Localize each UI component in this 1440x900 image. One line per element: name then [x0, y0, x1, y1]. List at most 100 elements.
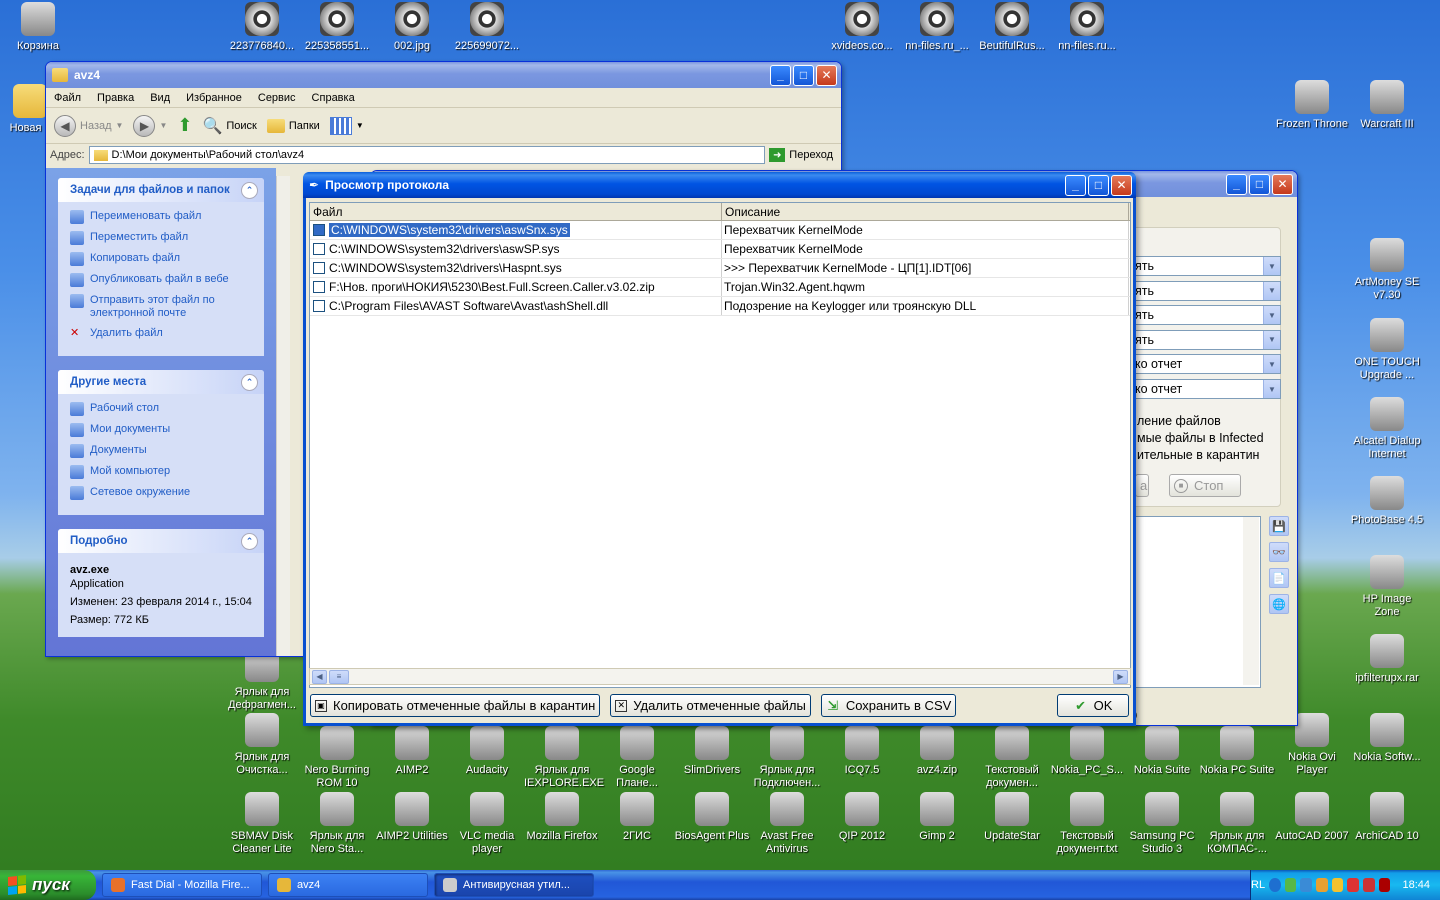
desktop-icon[interactable]: Google Плане... [599, 726, 675, 790]
tray-arrow-icon[interactable] [1269, 878, 1281, 892]
desktop-icon[interactable]: 223776840... [224, 2, 300, 53]
desktop-icon[interactable]: nn-files.ru_... [899, 2, 975, 53]
desktop-icon[interactable]: VLC media player [449, 792, 525, 856]
search-button[interactable]: 🔍 Поиск [202, 116, 256, 136]
desktop-icon[interactable]: SBMAV Disk Cleaner Lite [224, 792, 300, 856]
desktop-icon[interactable]: PhotoBase 4.5 [1349, 476, 1425, 527]
menu-item[interactable]: Файл [54, 92, 81, 104]
desktop-icon[interactable]: QIP 2012 [824, 792, 900, 843]
details-header[interactable]: Подробно ⌃ [58, 529, 264, 553]
chevron-down-icon[interactable]: ▼ [1263, 306, 1280, 325]
start-button[interactable]: пуск [0, 870, 96, 900]
partial-button[interactable]: а [1135, 474, 1149, 497]
file-task-link[interactable]: Отправить этот файл по электронной почте [70, 294, 252, 320]
menu-item[interactable]: Сервис [258, 92, 296, 104]
globe-icon[interactable]: 🌐 [1269, 594, 1289, 614]
minimize-button[interactable]: _ [1065, 174, 1086, 196]
col-file-header[interactable]: Файл [310, 203, 722, 220]
save-icon[interactable]: 💾 [1269, 516, 1289, 536]
desktop-icon[interactable]: 225358551... [299, 2, 375, 53]
desktop-icon[interactable]: Nokia_PC_S... [1049, 726, 1125, 777]
desktop-icon[interactable]: Текстовый документ.txt [1049, 792, 1125, 856]
desktop-icon[interactable]: Текстовый докумен... [974, 726, 1050, 790]
taskbar-button[interactable]: Fast Dial - Mozilla Fire... [102, 873, 262, 897]
file-task-link[interactable]: Копировать файл [70, 252, 252, 266]
desktop-icon[interactable]: BeutifulRus... [974, 2, 1050, 53]
action-select[interactable]: ко отчет ▼ [1131, 354, 1281, 375]
stop-button[interactable]: ■ Стоп [1169, 474, 1241, 497]
ok-button[interactable]: ✔ OK [1057, 694, 1129, 717]
maximize-button[interactable]: □ [1088, 174, 1109, 196]
log-scrollbar[interactable] [1243, 517, 1259, 685]
desktop-icon[interactable]: nn-files.ru... [1049, 2, 1125, 53]
scroll-left-icon[interactable]: ◀ [312, 669, 327, 684]
row-checkbox[interactable] [313, 243, 325, 255]
go-button[interactable]: ➜ Переход [769, 148, 841, 162]
desktop-icon[interactable]: Ярлык для Подключен... [749, 726, 825, 790]
chevron-down-icon[interactable]: ▼ [1263, 330, 1280, 349]
file-task-link[interactable]: Переместить файл [70, 231, 252, 245]
menu-item[interactable]: Вид [150, 92, 170, 104]
desktop-icon[interactable]: Nero Burning ROM 10 [299, 726, 375, 790]
desktop-icon[interactable]: 225699072... [449, 2, 525, 53]
avast-tray-icon[interactable] [1316, 878, 1328, 892]
forward-button[interactable]: ▶ ▼ [133, 114, 167, 137]
desktop-icon[interactable]: 002.jpg [374, 2, 450, 53]
chevron-down-icon[interactable]: ▼ [1263, 380, 1280, 398]
glasses-icon[interactable]: 👓 [1269, 542, 1289, 562]
file-task-link[interactable]: Переименовать файл [70, 210, 252, 224]
chevron-down-icon[interactable]: ▼ [1263, 281, 1280, 300]
action-select[interactable]: ять ▼ [1131, 280, 1281, 301]
chevron-down-icon[interactable]: ▼ [1263, 257, 1280, 275]
row-checkbox[interactable] [313, 262, 325, 274]
desktop-icon[interactable]: Ярлык для КОМПАС-... [1199, 792, 1275, 856]
delete-checked-button[interactable]: ✕ Удалить отмеченные файлы [610, 694, 811, 717]
file-tasks-header[interactable]: Задачи для файлов и папок ⌃ [58, 178, 264, 202]
desktop-icon[interactable]: Mozilla Firefox [524, 792, 600, 843]
desktop-icon[interactable]: ArchiCAD 10 [1349, 792, 1425, 843]
ati-icon[interactable] [1347, 878, 1360, 892]
minimize-button[interactable]: _ [770, 64, 791, 86]
row-checkbox[interactable] [313, 281, 325, 293]
collapse-icon[interactable]: ⌃ [241, 181, 258, 199]
desktop-icon[interactable]: HP Image Zone [1349, 555, 1425, 619]
taskbar-button[interactable]: avz4 [268, 873, 428, 897]
desktop-icon[interactable]: avz4.zip [899, 726, 975, 777]
desktop-icon[interactable]: AutoCAD 2007 [1274, 792, 1350, 843]
maximize-button[interactable]: □ [793, 64, 814, 86]
col-desc-header[interactable]: Описание [722, 203, 1129, 220]
desktop-icon[interactable]: Ярлык для Дефрагмен... [224, 648, 300, 712]
collapse-icon[interactable]: ⌃ [241, 373, 258, 391]
folders-button[interactable]: Папки [266, 118, 320, 133]
pane-scrollbar[interactable] [276, 176, 290, 656]
desktop-icon[interactable]: AIMP2 [374, 726, 450, 777]
desktop-icon[interactable]: Ярлык для Nero Sta... [299, 792, 375, 856]
row-checkbox[interactable] [313, 224, 325, 236]
horizontal-scrollbar[interactable]: ◀ ≡ ▶ [309, 668, 1131, 685]
close-button[interactable]: ✕ [1272, 173, 1293, 195]
copy-to-quarantine-button[interactable]: ▣ Копировать отмеченные файлы в карантин [310, 694, 601, 717]
language-indicator[interactable]: RL [1251, 879, 1265, 891]
network-icon[interactable] [1284, 878, 1297, 892]
close-tray-icon[interactable] [1378, 878, 1391, 892]
place-link[interactable]: Мой компьютер [70, 465, 252, 479]
taskbar-button[interactable]: Антивирусная утил... [434, 873, 594, 897]
desktop-icon[interactable]: BiosAgent Plus [674, 792, 750, 843]
desktop-icon[interactable]: Audacity [449, 726, 525, 777]
action-select[interactable]: ять ▼ [1131, 329, 1281, 350]
qip-tray-icon[interactable] [1300, 878, 1313, 892]
collapse-icon[interactable]: ⌃ [241, 532, 258, 550]
desktop-icon[interactable]: UpdateStar [974, 792, 1050, 843]
app-tray-icon[interactable] [1363, 878, 1375, 892]
desktop-icon[interactable]: Nokia Softw... [1349, 713, 1425, 764]
back-button[interactable]: ◀ Назад ▼ [54, 114, 123, 137]
action-select[interactable]: ко отчет ▼ [1131, 379, 1281, 399]
scroll-right-icon[interactable]: ▶ [1113, 669, 1128, 684]
desktop-icon[interactable]: Gimp 2 [899, 792, 975, 843]
place-link[interactable]: Мои документы [70, 423, 252, 437]
address-input[interactable]: D:\Мои документы\Рабочий стол\avz4 [88, 146, 766, 164]
desktop-icon[interactable]: Frozen Throne [1274, 80, 1350, 131]
table-row[interactable]: C:\WINDOWS\system32\drivers\Haspnt.sys >>… [310, 259, 1130, 278]
menu-item[interactable]: Справка [312, 92, 355, 104]
table-row[interactable]: C:\WINDOWS\system32\drivers\aswSnx.sys Пе… [310, 221, 1130, 240]
